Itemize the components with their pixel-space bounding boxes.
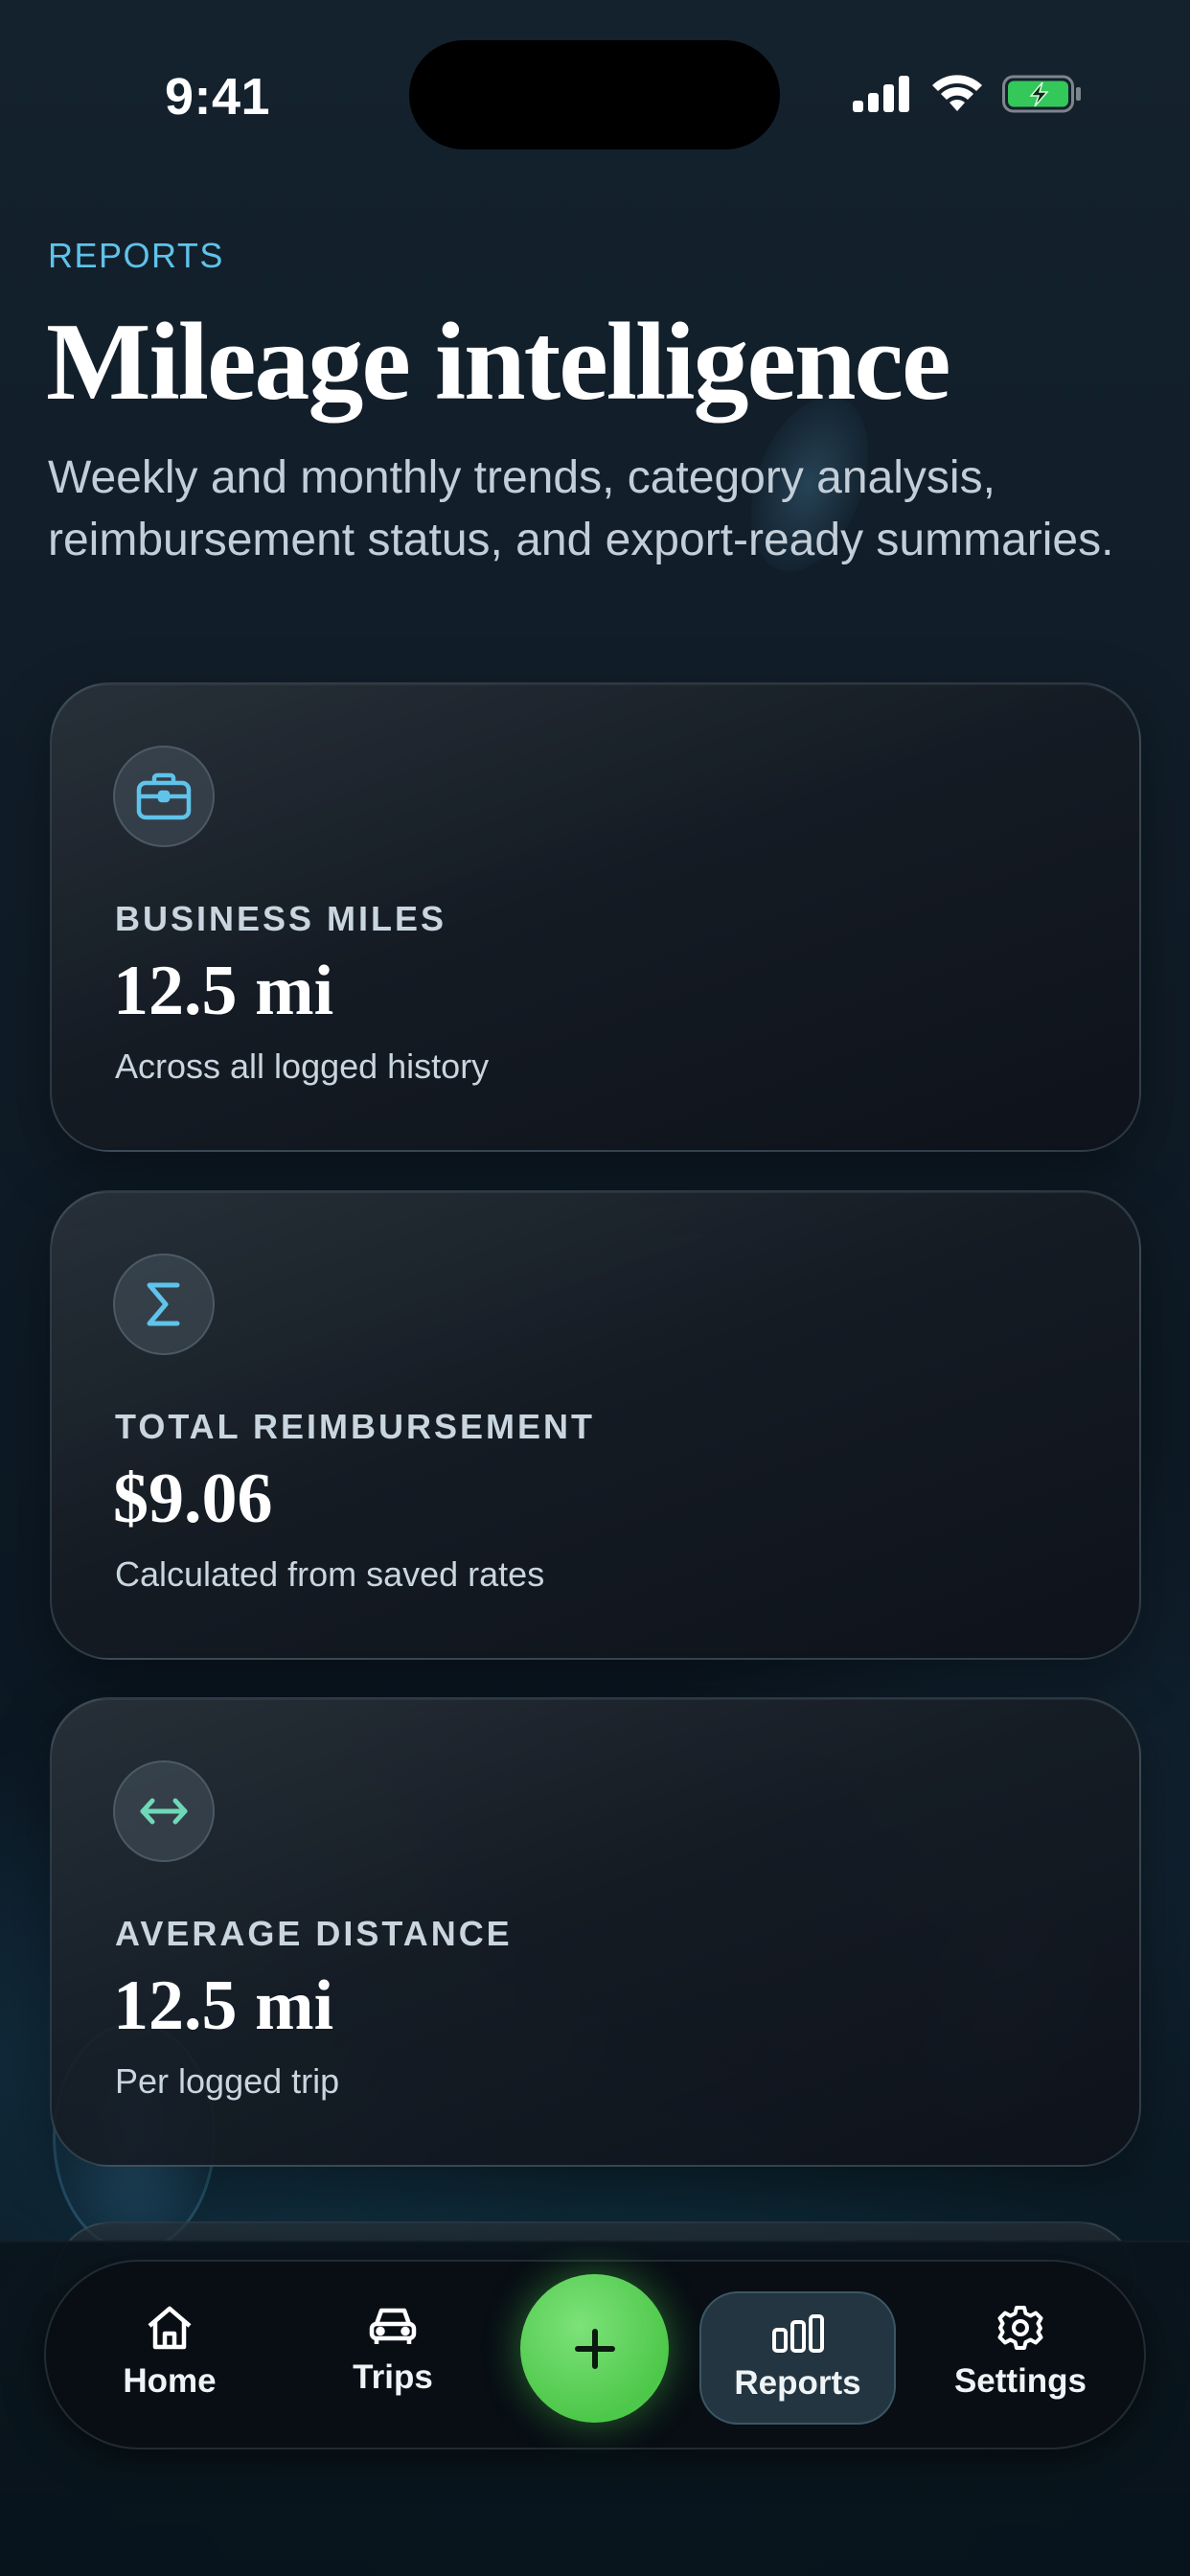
tab-label: Home <box>123 2362 217 2400</box>
status-icons <box>853 75 1083 113</box>
stat-caption: Per logged trip <box>115 2061 340 2101</box>
battery-charging-icon <box>1002 75 1081 113</box>
wifi-icon <box>932 75 982 111</box>
stat-label: AVERAGE DISTANCE <box>115 1914 513 1953</box>
home-icon <box>148 2306 192 2350</box>
add-trip-button[interactable] <box>520 2274 669 2423</box>
stat-value: 12.5 mi <box>113 952 334 1030</box>
briefcase-icon <box>113 746 215 847</box>
arrows-horizontal-icon <box>113 1760 215 1862</box>
section-eyebrow: REPORTS <box>48 236 224 275</box>
tab-label: Reports <box>734 2364 861 2402</box>
tab-trips[interactable]: Trips <box>330 2305 456 2420</box>
stat-card-total-reimbursement[interactable]: TOTAL REIMBURSEMENT $9.06 Calculated fro… <box>50 1190 1141 1660</box>
stat-label: TOTAL REIMBURSEMENT <box>115 1407 596 1446</box>
stat-card-business-miles[interactable]: BUSINESS MILES 12.5 mi Across all logged… <box>50 682 1141 1152</box>
dynamic-island <box>409 40 780 150</box>
tab-label: Settings <box>953 2362 1087 2400</box>
status-time: 9:41 <box>165 68 271 126</box>
bar-chart-icon <box>771 2314 824 2353</box>
tab-home[interactable]: Home <box>105 2305 234 2420</box>
stat-card-average-distance[interactable]: AVERAGE DISTANCE 12.5 mi Per logged trip <box>50 1697 1141 2167</box>
tab-settings[interactable]: Settings <box>939 2305 1102 2420</box>
page-title: Mileage intelligence <box>46 301 950 424</box>
plus-icon <box>574 2328 615 2369</box>
gear-icon <box>997 2306 1043 2350</box>
sigma-icon <box>113 1254 215 1355</box>
reports-screen: 9:41 REPORTS Mileage intelligence Weekly… <box>0 0 1190 2576</box>
tab-reports[interactable]: Reports <box>699 2291 896 2425</box>
stat-caption: Across all logged history <box>115 1046 490 1086</box>
car-icon <box>369 2308 417 2344</box>
cellular-signal-icon <box>853 76 909 112</box>
page-subtitle: Weekly and monthly trends, category anal… <box>48 452 1114 565</box>
stat-value: 12.5 mi <box>113 1966 334 2045</box>
tab-label: Trips <box>353 2358 433 2396</box>
stat-caption: Calculated from saved rates <box>115 1554 545 1594</box>
stat-label: BUSINESS MILES <box>115 899 447 938</box>
stat-value: $9.06 <box>113 1460 273 1538</box>
